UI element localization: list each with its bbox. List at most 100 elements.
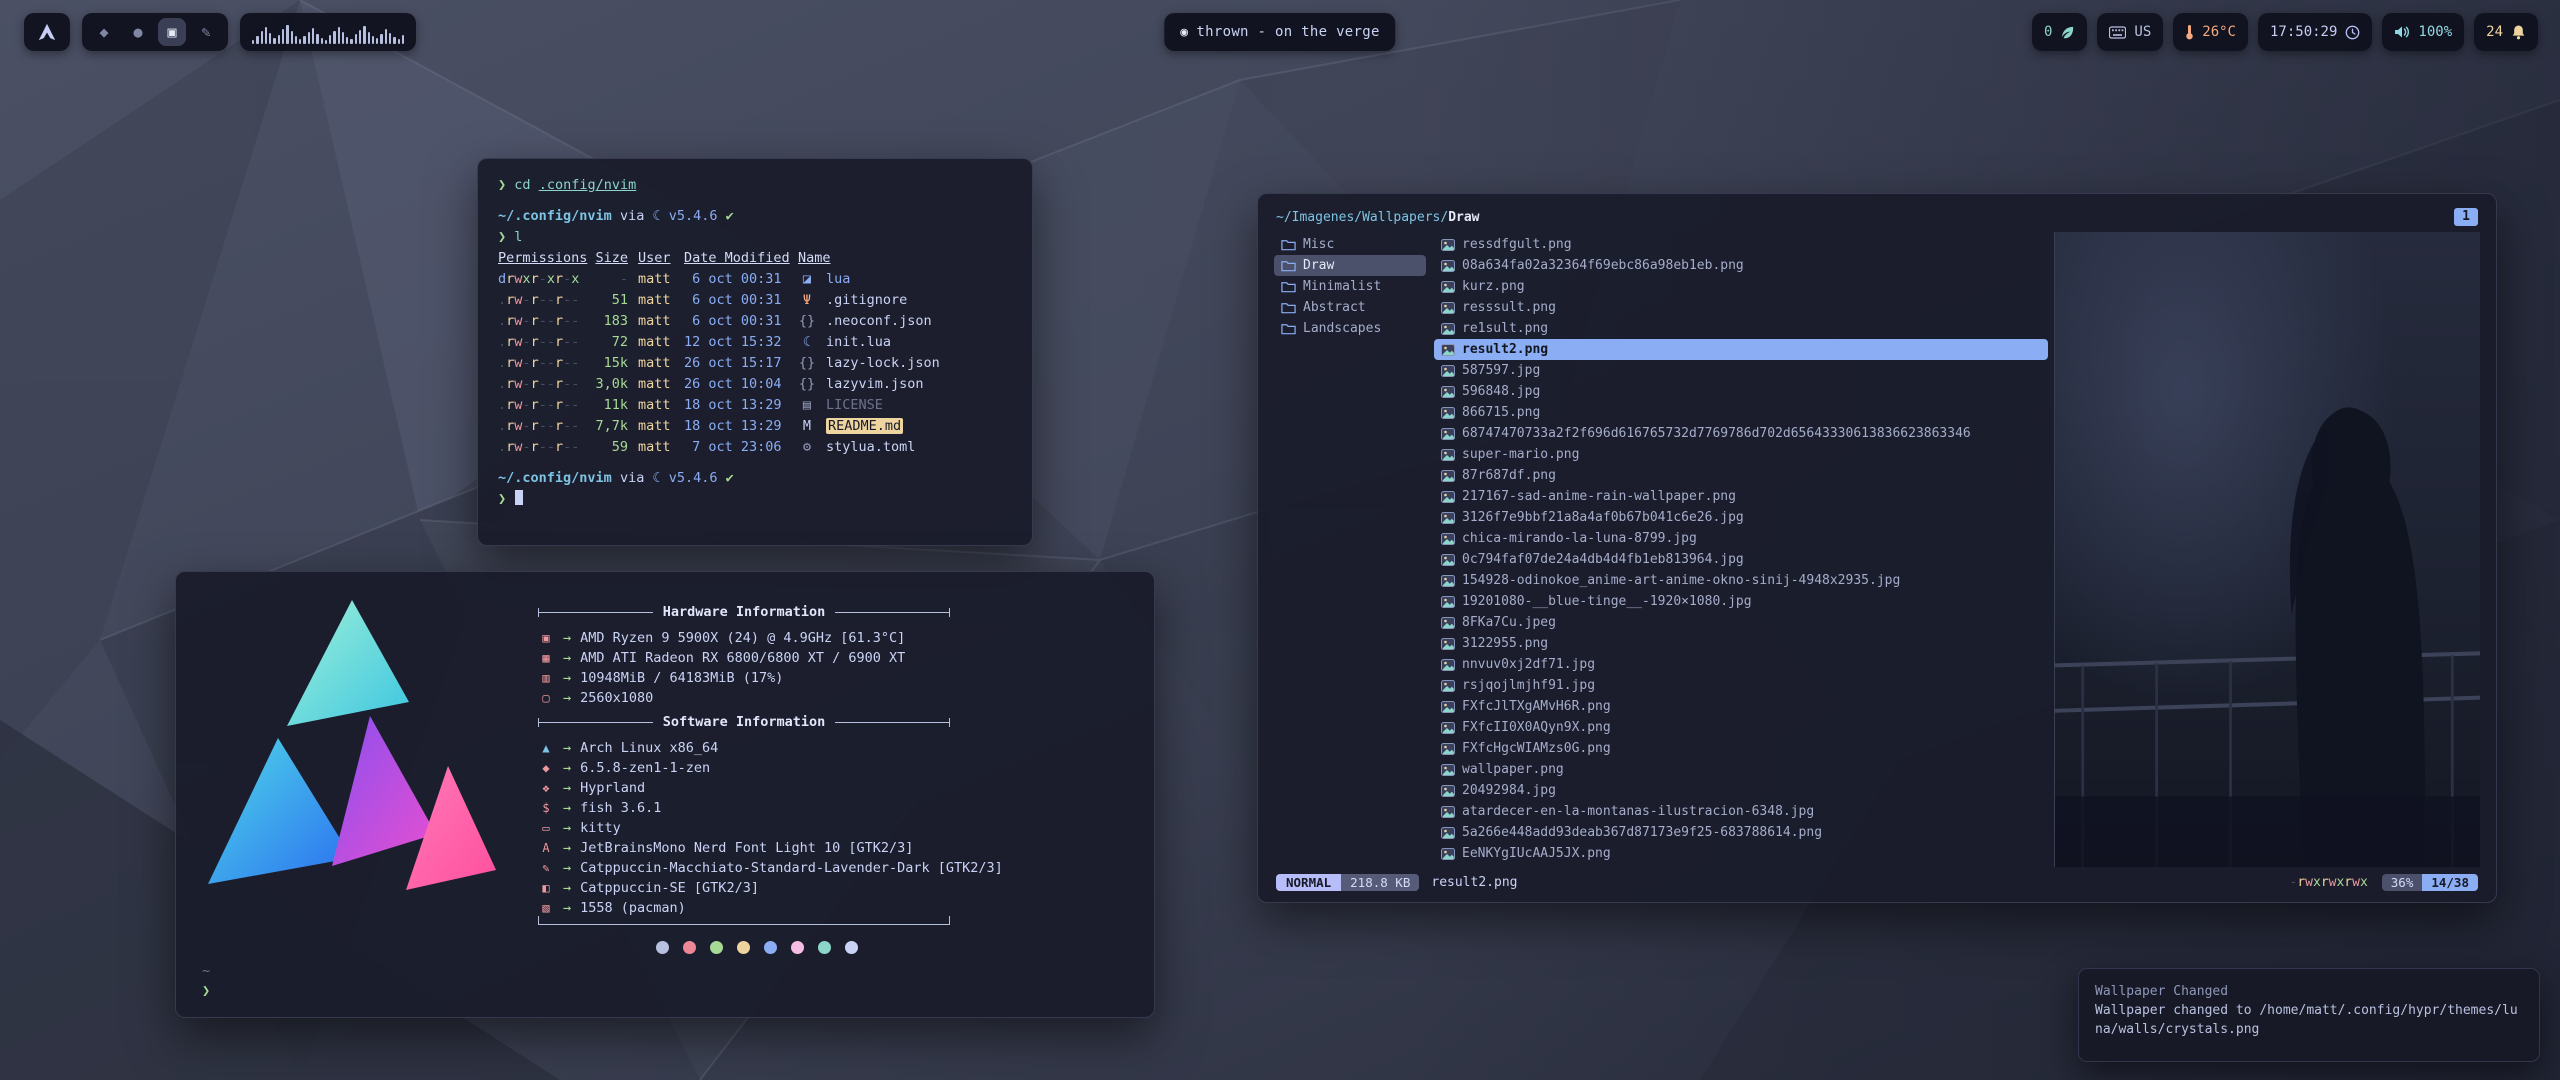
arrow-icon: →	[563, 648, 571, 668]
folder-item[interactable]: Abstract	[1274, 297, 1426, 318]
file-item[interactable]: result2.png	[1434, 339, 2048, 360]
folder-icon	[1281, 323, 1296, 335]
file-item[interactable]: FXfcHgcWIAMzs0G.png	[1434, 738, 2048, 759]
info-text: 2560x1080	[580, 688, 653, 708]
ls-listing: drwxr-xr-x-matt 6 oct 00:31◪lua.rw-r--r-…	[498, 269, 1012, 458]
file-item[interactable]: 154928-odinokoe_anime-art-anime-okno-sin…	[1434, 570, 2048, 591]
arrow-icon: →	[563, 628, 571, 648]
text-cursor	[515, 490, 523, 505]
file-name: 08a634fa02a32364f69ebc86a98eb1eb.png	[1462, 258, 1744, 273]
workspace-button-four[interactable]: ✎	[192, 18, 220, 46]
file-name: 8FKa7Cu.jpeg	[1462, 615, 1556, 630]
file-item[interactable]: 0c794faf07de24a4db4d4fb1eb813964.jpg	[1434, 549, 2048, 570]
wm-icon: ❖	[538, 778, 554, 798]
keyboard-layout-module[interactable]: US	[2097, 13, 2163, 51]
temperature-module[interactable]: 26°C	[2173, 13, 2248, 51]
info-text: Catppuccin-Macchiato-Standard-Lavender-D…	[580, 858, 1003, 878]
file-item[interactable]: 866715.png	[1434, 402, 2048, 423]
updates-module[interactable]: 0	[2032, 13, 2087, 51]
file-item[interactable]: re1sult.png	[1434, 318, 2048, 339]
folder-item[interactable]: Draw	[1274, 255, 1426, 276]
workspace-button-one[interactable]: ◆	[90, 18, 118, 46]
info-text: kitty	[580, 818, 621, 838]
file-item[interactable]: 08a634fa02a32364f69ebc86a98eb1eb.png	[1434, 255, 2048, 276]
file-item[interactable]: chica-mirando-la-luna-8799.jpg	[1434, 528, 2048, 549]
file-item[interactable]: 68747470733a2f2f696d616765732d7769786d70…	[1434, 423, 2048, 444]
file-item[interactable]: 587597.jpg	[1434, 360, 2048, 381]
fetch-prompt[interactable]: ~ ❯	[202, 961, 210, 1001]
file-item[interactable]: nnvuv0xj2df71.jpg	[1434, 654, 2048, 675]
image-icon	[1441, 659, 1455, 671]
json-icon: {}	[798, 353, 816, 374]
folder-item[interactable]: Misc	[1274, 234, 1426, 255]
image-icon	[1441, 722, 1455, 734]
ls-filename: README.md	[826, 416, 1012, 437]
terminal-window[interactable]: ❯ cd .config/nvim ~/.config/nvim via ☾ v…	[477, 158, 1033, 546]
tab-indicator[interactable]: 1	[2454, 208, 2478, 226]
workspace-button-three[interactable]: ▣	[158, 18, 186, 46]
file-item[interactable]: EeNKYgIUcAAJ5JX.png	[1434, 843, 2048, 864]
ls-user: matt	[638, 269, 674, 290]
image-icon	[1441, 491, 1455, 503]
volume-level: 100%	[2418, 24, 2452, 40]
folder-item[interactable]: Minimalist	[1274, 276, 1426, 297]
file-item[interactable]: 19201080-__blue-tinge__-1920×1080.jpg	[1434, 591, 2048, 612]
info-row: ▧→1558 (pacman)	[538, 898, 1128, 918]
prompt-symbol: ❯	[498, 177, 506, 193]
cava-bar	[355, 34, 357, 44]
terminal-color-palette	[656, 941, 1128, 954]
file-name: atardecer-en-la-montanas-ilustracion-634…	[1462, 804, 1814, 819]
prompt-context-1: ~/.config/nvim via ☾ v5.4.6 ✔	[498, 206, 1012, 227]
file-name: resssult.png	[1462, 300, 1556, 315]
file-item[interactable]: 20492984.jpg	[1434, 780, 2048, 801]
fetch-terminal-window[interactable]: Hardware Information ▣→AMD Ryzen 9 5900X…	[175, 571, 1155, 1018]
volume-module[interactable]: 100%	[2382, 13, 2464, 51]
active-prompt[interactable]: ❯	[498, 489, 1012, 510]
file-item[interactable]: FXfcII0X0AQyn9X.png	[1434, 717, 2048, 738]
workspace-button-two[interactable]: ●	[124, 18, 152, 46]
notifications-module[interactable]: 24	[2474, 13, 2538, 51]
ls-user: matt	[638, 332, 674, 353]
ls-file-row: .rw-r--r--72matt12 oct 15:32☾init.lua	[498, 332, 1012, 353]
file-item[interactable]: 5a266e448add93deab367d87173e9f25-6837886…	[1434, 822, 2048, 843]
arch-logo-icon	[37, 22, 57, 42]
cava-bar	[265, 27, 267, 44]
cava-bar	[359, 30, 361, 44]
clock-time: 17:50:29	[2270, 24, 2337, 40]
file-item[interactable]: 596848.jpg	[1434, 381, 2048, 402]
clock-module[interactable]: 17:50:29	[2258, 13, 2372, 51]
info-text: fish 3.6.1	[580, 798, 661, 818]
cava-bar	[256, 36, 258, 44]
image-icon	[1441, 827, 1455, 839]
file-item[interactable]: 3126f7e9bbf21a8a4af0b67b041c6e26.jpg	[1434, 507, 2048, 528]
launcher-button[interactable]	[24, 13, 70, 51]
system-info: Hardware Information ▣→AMD Ryzen 9 5900X…	[538, 590, 1128, 954]
file-item[interactable]: 87r687df.png	[1434, 465, 2048, 486]
info-text: 10948MiB / 64183MiB (17%)	[580, 668, 783, 688]
file-name: 866715.png	[1462, 405, 1540, 420]
file-manager-window[interactable]: ~/Imagenes/Wallpapers/Draw 1 MiscDrawMin…	[1257, 193, 2497, 903]
file-item[interactable]: 217167-sad-anime-rain-wallpaper.png	[1434, 486, 2048, 507]
git-icon: Ψ	[798, 290, 816, 311]
file-name: wallpaper.png	[1462, 762, 1564, 777]
folder-item[interactable]: Landscapes	[1274, 318, 1426, 339]
topbar-left-modules: ◆●▣✎	[24, 12, 416, 52]
file-item[interactable]: 8FKa7Cu.jpeg	[1434, 612, 2048, 633]
palette-dot-6	[818, 941, 831, 954]
ls-size: 3,0k	[590, 374, 628, 395]
notification-popup[interactable]: Wallpaper Changed Wallpaper changed to /…	[2078, 968, 2540, 1062]
os-icon: ▲	[538, 738, 554, 758]
file-item[interactable]: resssult.png	[1434, 297, 2048, 318]
ls-permissions: .rw-r--r--	[498, 290, 580, 311]
ls-filename: stylua.toml	[826, 437, 1012, 458]
file-item[interactable]: ressdfgult.png	[1434, 234, 2048, 255]
file-item[interactable]: kurz.png	[1434, 276, 2048, 297]
file-item[interactable]: rsjqojlmjhf91.jpg	[1434, 675, 2048, 696]
file-item[interactable]: atardecer-en-la-montanas-ilustracion-634…	[1434, 801, 2048, 822]
file-item[interactable]: super-mario.png	[1434, 444, 2048, 465]
media-player-module[interactable]: ◉ thrown - on the verge	[1164, 13, 1395, 51]
file-item[interactable]: 3122955.png	[1434, 633, 2048, 654]
file-manager-header: ~/Imagenes/Wallpapers/Draw 1	[1274, 206, 2480, 228]
file-item[interactable]: FXfcJlTXgAMvH6R.png	[1434, 696, 2048, 717]
file-item[interactable]: wallpaper.png	[1434, 759, 2048, 780]
